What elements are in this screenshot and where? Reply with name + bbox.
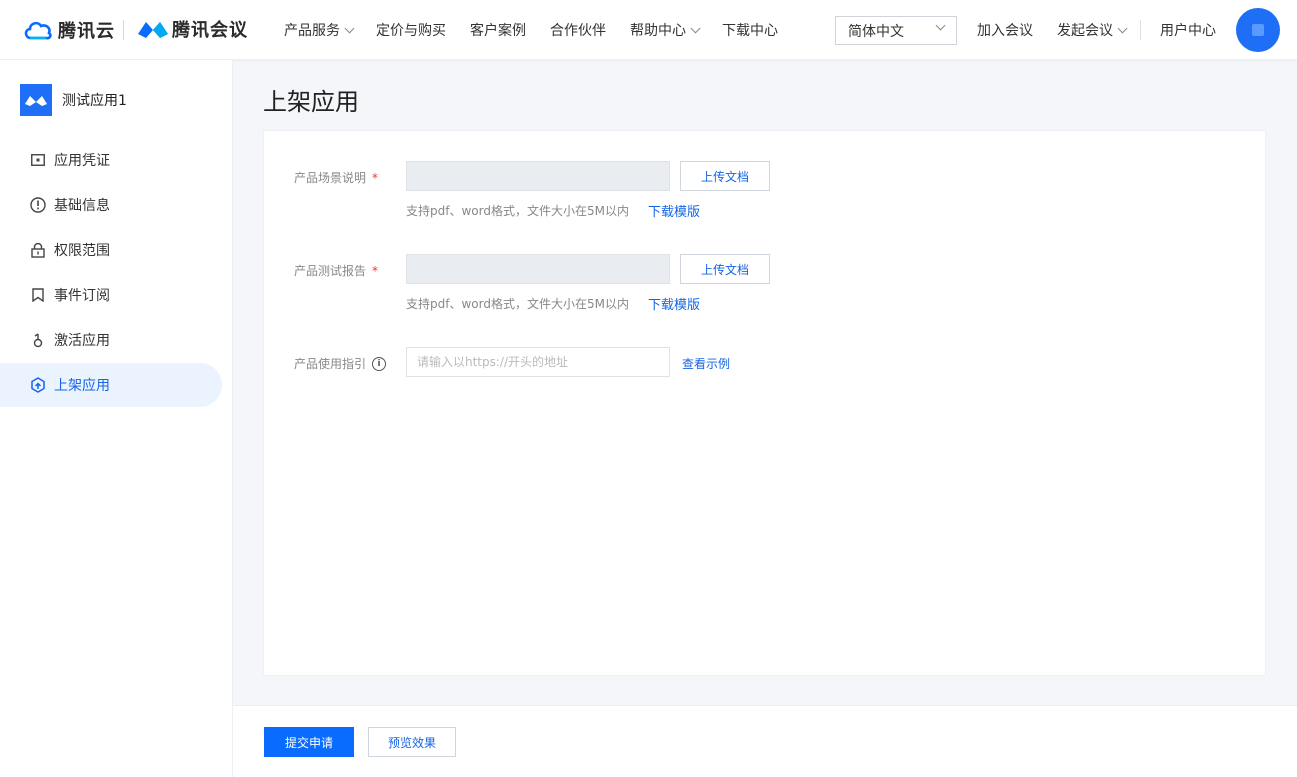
app-header: 测试应用1 <box>20 84 127 116</box>
nav-label: 帮助中心 <box>630 23 686 39</box>
avatar-image <box>1252 24 1264 36</box>
start-meeting-label: 发起会议 <box>1057 23 1113 39</box>
tencent-cloud-logo[interactable]: 腾讯云 <box>22 16 115 44</box>
sidebar-item-permissions[interactable]: 权限范围 <box>0 228 222 272</box>
scene-label-text: 产品场景说明 <box>294 171 367 185</box>
nav-item-help[interactable]: 帮助中心 <box>630 0 701 60</box>
app-logo-icon <box>20 84 52 116</box>
credential-icon <box>30 152 46 168</box>
brand-meeting-text: 腾讯会议 <box>172 20 248 41</box>
nav-item-products[interactable]: 产品服务 <box>284 0 355 60</box>
report-file-field[interactable] <box>406 254 670 284</box>
preview-button[interactable]: 预览效果 <box>368 727 456 757</box>
sidebar-item-activate[interactable]: 激活应用 <box>0 318 222 362</box>
nav-item-partners[interactable]: 合作伙伴 <box>550 0 606 60</box>
join-meeting-link[interactable]: 加入会议 <box>977 0 1033 60</box>
sidebar-item-label: 权限范围 <box>54 243 110 259</box>
header-divider <box>1140 20 1141 40</box>
language-select[interactable]: 简体中文 <box>835 16 957 45</box>
scene-file-field[interactable] <box>406 161 670 191</box>
chevron-down-icon <box>344 23 355 33</box>
nav-label: 客户案例 <box>470 23 526 39</box>
app-name: 测试应用1 <box>62 93 127 109</box>
language-value: 简体中文 <box>848 23 904 40</box>
required-mark: * <box>372 170 379 185</box>
tencent-meeting-logo[interactable]: 腾讯会议 <box>136 16 248 42</box>
user-center-link[interactable]: 用户中心 <box>1160 0 1216 60</box>
report-label-text: 产品测试报告 <box>294 264 367 278</box>
action-footer: 提交申请 预览效果 <box>233 705 1297 777</box>
sidebar: 测试应用1 应用凭证 基础信息 权限范围 事件订阅 激活应用 上架应用 <box>0 60 233 777</box>
report-label: 产品测试报告 * <box>294 262 378 279</box>
activate-icon <box>30 332 46 348</box>
logo-divider <box>123 20 124 40</box>
nav-label: 产品服务 <box>284 23 340 39</box>
chevron-down-icon <box>935 20 946 31</box>
user-center-label: 用户中心 <box>1160 23 1216 39</box>
brand-cloud-text: 腾讯云 <box>58 21 115 42</box>
scene-upload-button[interactable]: 上传文档 <box>680 161 770 191</box>
sidebar-item-events[interactable]: 事件订阅 <box>0 273 222 317</box>
nav-label: 合作伙伴 <box>550 23 606 39</box>
info-icon[interactable]: i <box>372 356 387 371</box>
guide-url-input[interactable] <box>406 347 670 377</box>
page-title: 上架应用 <box>263 88 359 116</box>
sidebar-item-label: 应用凭证 <box>54 153 110 169</box>
guide-example-link[interactable]: 查看示例 <box>682 355 730 372</box>
scene-label: 产品场景说明 * <box>294 169 378 186</box>
cloud-logo-icon <box>24 21 52 40</box>
nav-label: 下载中心 <box>722 23 778 39</box>
guide-label: 产品使用指引 i <box>294 355 387 372</box>
meeting-logo-icon <box>138 22 168 38</box>
nav-label: 定价与购买 <box>376 23 446 39</box>
sidebar-item-credentials[interactable]: 应用凭证 <box>0 138 222 182</box>
nav-item-pricing[interactable]: 定价与购买 <box>376 0 446 60</box>
guide-label-text: 产品使用指引 <box>294 357 367 371</box>
bookmark-icon <box>30 287 46 303</box>
avatar[interactable] <box>1236 8 1280 52</box>
sidebar-item-publish[interactable]: 上架应用 <box>0 363 222 407</box>
sidebar-item-label: 事件订阅 <box>54 288 110 304</box>
start-meeting-menu[interactable]: 发起会议 <box>1057 0 1128 60</box>
info-circle-icon <box>30 197 46 213</box>
report-upload-button[interactable]: 上传文档 <box>680 254 770 284</box>
submit-button[interactable]: 提交申请 <box>264 727 354 757</box>
join-meeting-label: 加入会议 <box>977 23 1033 39</box>
sidebar-item-label: 激活应用 <box>54 333 110 349</box>
lock-icon <box>30 242 46 258</box>
report-template-link[interactable]: 下载模版 <box>648 294 700 313</box>
scene-hint: 支持pdf、word格式，文件大小在5M以内 <box>406 204 629 218</box>
report-hint: 支持pdf、word格式，文件大小在5M以内 <box>406 297 629 311</box>
chevron-down-icon <box>1117 23 1128 33</box>
required-mark: * <box>372 263 379 278</box>
nav-item-cases[interactable]: 客户案例 <box>470 0 526 60</box>
sidebar-item-basic-info[interactable]: 基础信息 <box>0 183 222 227</box>
sidebar-item-label: 上架应用 <box>54 378 110 394</box>
publish-form-card: 产品场景说明 * 上传文档 支持pdf、word格式，文件大小在5M以内 下载模… <box>263 130 1266 676</box>
scene-template-link[interactable]: 下载模版 <box>648 201 700 220</box>
publish-icon <box>30 377 46 393</box>
sidebar-item-label: 基础信息 <box>54 198 110 214</box>
chevron-down-icon <box>690 23 701 33</box>
top-header: 腾讯云 腾讯会议 产品服务 定价与购买 客户案例 合作伙伴 帮助中心 下载中心 … <box>0 0 1297 60</box>
nav-item-download[interactable]: 下载中心 <box>722 0 778 60</box>
